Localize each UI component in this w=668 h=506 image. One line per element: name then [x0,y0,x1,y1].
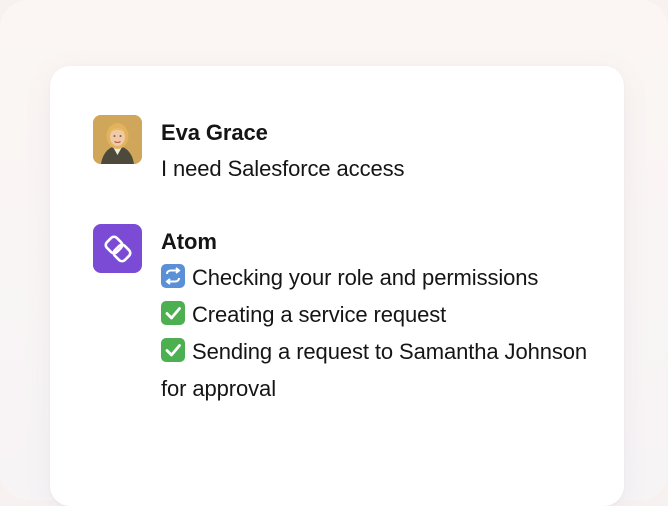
status-step-text: Checking your role and permissions [192,265,539,290]
message-text: I need Salesforce access [161,156,405,181]
repeat-emoji-icon [161,264,185,288]
bot-message-body: Atom Checking your role and permissions [161,224,601,407]
status-step-text: Creating a service request [192,302,447,327]
status-step-text: Sending a request to Samantha Johnson fo… [161,339,588,401]
status-steps: Checking your role and permissions Creat… [161,259,601,407]
check-mark-emoji-icon [161,338,185,362]
status-step: Creating a service request [161,296,601,333]
chat-card: Eva Grace I need Salesforce access Atom [50,66,624,506]
avatar [93,224,142,273]
user-message: Eva Grace I need Salesforce access [93,115,405,187]
bot-message: Atom Checking your role and permissions [93,224,601,407]
sender-name: Eva Grace [161,120,268,145]
avatar [93,115,142,164]
atom-logo-icon [103,234,132,263]
status-step: Checking your role and permissions [161,259,601,296]
sender-name: Atom [161,229,217,254]
user-message-body: Eva Grace I need Salesforce access [161,115,405,187]
check-mark-emoji-icon [161,301,185,325]
status-step: Sending a request to Samantha Johnson fo… [161,333,601,407]
user-photo-avatar [93,115,142,164]
